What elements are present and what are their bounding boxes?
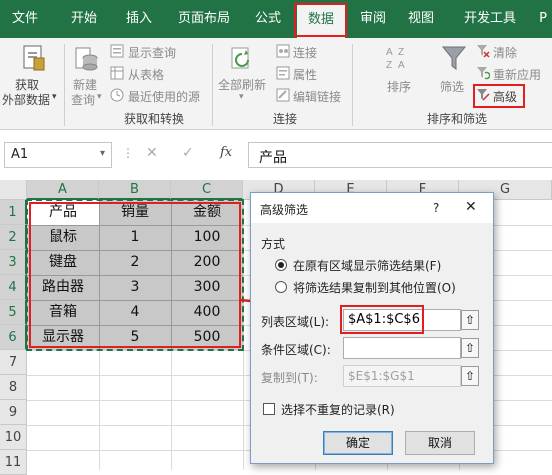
formula-bar: A1 ▾ ⋮ ✕ ✓ fx 产品 (0, 130, 552, 180)
svg-text:A: A (398, 60, 405, 71)
connections-button[interactable]: 连接 (293, 44, 317, 61)
collapse-dialog-icon[interactable]: ⇧ (461, 366, 479, 386)
clear-button[interactable]: 清除 (493, 44, 517, 61)
advanced-filter-dialog: 高级筛选 ? ✕ 方式 在原有区域显示筛选结果(F) 将筛选结果复制到其他位置(… (250, 192, 494, 464)
formula-content: 产品 (259, 150, 287, 166)
connections-icon (276, 44, 290, 58)
copy-to-label: 复制到(T): (261, 371, 318, 385)
recent-sources-icon (110, 88, 124, 102)
row-header-2[interactable]: 2 (0, 225, 27, 250)
clear-filter-icon (477, 45, 490, 58)
criteria-range-input[interactable] (343, 337, 461, 359)
insert-function-icon[interactable]: fx (220, 145, 232, 160)
new-query-label-2[interactable]: 查询 (71, 91, 95, 108)
from-table-button[interactable]: 从表格 (128, 66, 164, 83)
row-header-9[interactable]: 9 (0, 400, 27, 425)
copy-to-input: $E$1:$G$1 (343, 365, 461, 387)
row-header-4[interactable]: 4 (0, 275, 27, 300)
more-options-icon: ⋮ (122, 146, 134, 160)
unique-records-label[interactable]: 选择不重复的记录(R) (281, 401, 395, 418)
list-range-highlight (340, 305, 424, 334)
row-header-6[interactable]: 6 (0, 325, 27, 350)
reapply-button[interactable]: 重新应用 (493, 66, 541, 83)
list-range-label: 列表区域(L): (261, 315, 330, 329)
tab-file[interactable]: 文件 (0, 0, 50, 38)
data-tab-highlight (294, 3, 347, 37)
tab-home[interactable]: 开始 (56, 0, 112, 38)
recent-sources-button[interactable]: 最近使用的源 (128, 88, 200, 105)
criteria-range-label: 条件区域(C): (261, 343, 331, 357)
collapse-dialog-icon[interactable]: ⇧ (461, 310, 479, 330)
range-highlight (29, 202, 241, 348)
tab-review[interactable]: 审阅 (350, 0, 396, 38)
select-all-corner[interactable] (0, 180, 27, 200)
in-place-label[interactable]: 在原有区域显示筛选结果(F) (293, 257, 441, 274)
edit-links-button[interactable]: 编辑链接 (293, 88, 341, 105)
dialog-title-bar[interactable]: 高级筛选 ? ✕ (251, 193, 493, 223)
reapply-icon (477, 67, 490, 80)
group-label-connections: 连接 (272, 112, 297, 126)
unique-records-checkbox[interactable] (263, 403, 275, 415)
tab-insert[interactable]: 插入 (114, 0, 164, 38)
cancel-icon[interactable]: ✕ (146, 145, 158, 161)
edit-links-icon (276, 88, 290, 102)
copy-radio[interactable] (275, 281, 287, 293)
ok-button[interactable]: 确定 (323, 431, 393, 455)
dropdown-arrow-icon[interactable]: ▾ (239, 92, 244, 102)
formula-input[interactable]: 产品 (248, 142, 552, 168)
show-queries-icon (110, 44, 124, 58)
column-header-a[interactable]: A (27, 180, 99, 200)
check-icon[interactable]: ✓ (182, 145, 194, 161)
sort-button[interactable]: 排序 (387, 78, 411, 95)
chevron-down-icon[interactable]: ▾ (100, 148, 105, 159)
group-label-sort-filter: 排序和筛选 (426, 112, 487, 126)
dropdown-arrow-icon[interactable]: ▾ (52, 92, 57, 102)
row-header-11[interactable]: 11 (0, 450, 27, 475)
properties-icon (276, 66, 290, 80)
table-icon (110, 66, 124, 80)
properties-button[interactable]: 属性 (293, 66, 317, 83)
collapse-dialog-icon[interactable]: ⇧ (461, 338, 479, 358)
get-external-data-label-2[interactable]: 外部数据 (2, 91, 50, 108)
refresh-all-icon (231, 47, 249, 69)
in-place-radio[interactable] (275, 259, 287, 271)
tab-power[interactable]: P (534, 0, 552, 38)
ribbon: 获取 外部数据 ▾ 新建 查询 ▾ 显示查询 从表格 最近使用的源 获取和转换 … (0, 38, 552, 130)
show-queries-button[interactable]: 显示查询 (128, 44, 176, 61)
refresh-all-label[interactable]: 全部刷新 (218, 76, 266, 93)
new-query-icon (75, 47, 98, 71)
svg-text:A: A (386, 47, 393, 58)
row-header-1[interactable]: 1 (0, 200, 27, 225)
help-icon[interactable]: ? (433, 201, 439, 215)
name-box[interactable]: A1 ▾ (4, 142, 112, 168)
row-header-3[interactable]: 3 (0, 250, 27, 275)
row-header-5[interactable]: 5 (0, 300, 27, 325)
group-label-get-transform: 获取和转换 (123, 112, 184, 126)
row-header-10[interactable]: 10 (0, 425, 27, 450)
ribbon-tab-bar: 文件 开始 插入 页面布局 公式 数据 审阅 视图 开发工具 P (0, 0, 552, 38)
sort-icon: A Z Z A (386, 47, 405, 71)
column-header-b[interactable]: B (99, 180, 171, 200)
filter-icon (441, 46, 467, 70)
close-icon[interactable]: ✕ (465, 199, 477, 215)
svg-text:Z: Z (398, 47, 404, 58)
copy-label[interactable]: 将筛选结果复制到其他位置(O) (293, 279, 456, 296)
advanced-button-highlight (473, 84, 525, 108)
row-header-8[interactable]: 8 (0, 375, 27, 400)
tab-developer[interactable]: 开发工具 (450, 0, 530, 38)
filter-button[interactable]: 筛选 (440, 78, 464, 95)
cancel-button[interactable]: 取消 (405, 431, 475, 455)
external-data-icon (23, 45, 45, 71)
column-header-c[interactable]: C (171, 180, 243, 200)
row-header-7[interactable]: 7 (0, 350, 27, 375)
svg-text:Z: Z (386, 60, 392, 71)
tab-view[interactable]: 视图 (398, 0, 444, 38)
dialog-title: 高级筛选 (260, 203, 309, 217)
tab-page-layout[interactable]: 页面布局 (166, 0, 242, 38)
dropdown-arrow-icon[interactable]: ▾ (97, 92, 102, 102)
name-box-value: A1 (11, 147, 29, 162)
tab-formulas[interactable]: 公式 (244, 0, 292, 38)
method-label: 方式 (261, 237, 286, 251)
